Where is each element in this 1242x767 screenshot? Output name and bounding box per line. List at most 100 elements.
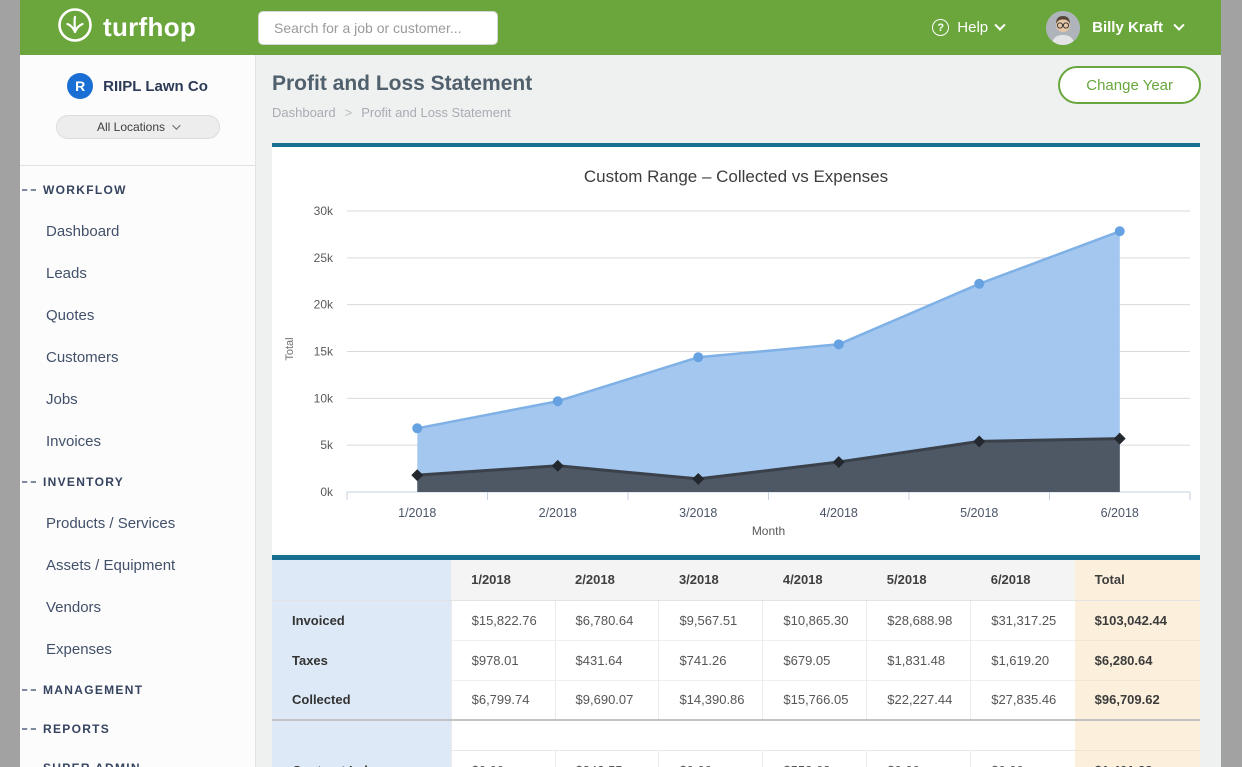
- breadcrumb: Dashboard > Profit and Loss Statement: [272, 105, 511, 120]
- svg-text:10k: 10k: [314, 391, 334, 405]
- sidebar-menu: WORKFLOW Dashboard Leads Quotes Customer…: [20, 166, 255, 767]
- row-label: Contract Labor: [272, 750, 451, 767]
- cell: $31,317.25: [971, 600, 1075, 640]
- cell: $0.00: [971, 750, 1075, 767]
- sidebar-item-leads[interactable]: Leads: [20, 252, 255, 294]
- page-title: Profit and Loss Statement: [272, 72, 532, 96]
- user-menu[interactable]: Billy Kraft: [1046, 11, 1183, 45]
- table-row-contract-labor: Contract Labor $0.00 $842.55 $0.00 $558.…: [272, 750, 1200, 767]
- sidebar: R RIIPL Lawn Co All Locations WORKFLOW D…: [20, 55, 256, 767]
- row-total: $103,042.44: [1075, 600, 1200, 640]
- table-row-invoiced: Invoiced $15,822.76 $6,780.64 $9,567.51 …: [272, 600, 1200, 640]
- sidebar-item-vendors[interactable]: Vendors: [20, 586, 255, 628]
- cell: $741.26: [659, 640, 763, 680]
- table-header-month: 1/2018: [451, 560, 555, 600]
- company-logo-badge: R: [67, 73, 93, 99]
- sidebar-item-products-services[interactable]: Products / Services: [20, 502, 255, 544]
- chevron-down-icon: [1173, 19, 1184, 30]
- sidebar-item-expenses[interactable]: Expenses: [20, 628, 255, 670]
- cell: $1,831.48: [867, 640, 971, 680]
- sidebar-item-assets-equipment[interactable]: Assets / Equipment: [20, 544, 255, 586]
- sidebar-item-quotes[interactable]: Quotes: [20, 294, 255, 336]
- app-window: turfhop ? Help: [20, 0, 1221, 767]
- cell: $28,688.98: [867, 600, 971, 640]
- tree-dashes-icon: [22, 689, 36, 691]
- svg-text:20k: 20k: [314, 298, 334, 312]
- table-header-month: 5/2018: [867, 560, 971, 600]
- svg-text:5k: 5k: [320, 438, 334, 452]
- top-navbar: turfhop ? Help: [20, 0, 1221, 55]
- sidebar-section-inventory[interactable]: INVENTORY: [20, 462, 255, 502]
- brand-name: turfhop: [103, 12, 196, 43]
- cell: $10,865.30: [763, 600, 867, 640]
- cell: $558.68: [763, 750, 867, 767]
- row-total: $6,280.64: [1075, 640, 1200, 680]
- turfhop-logo-icon: [57, 7, 93, 48]
- spacer-cell: [1075, 720, 1200, 750]
- svg-text:0k: 0k: [320, 485, 334, 499]
- help-icon: ?: [932, 19, 949, 36]
- search-input[interactable]: [258, 11, 498, 45]
- cell: $978.01: [451, 640, 555, 680]
- cell: $842.55: [555, 750, 659, 767]
- chevron-down-icon: [172, 121, 180, 129]
- row-total: $96,709.62: [1075, 680, 1200, 720]
- spacer-cell: [451, 720, 1075, 750]
- user-avatar: [1046, 11, 1080, 45]
- cell: $9,690.07: [555, 680, 659, 720]
- row-label: Collected: [272, 680, 451, 720]
- sidebar-item-customers[interactable]: Customers: [20, 336, 255, 378]
- svg-text:6/2018: 6/2018: [1101, 506, 1139, 520]
- sidebar-section-management[interactable]: MANAGEMENT: [20, 670, 255, 709]
- svg-text:5/2018: 5/2018: [960, 506, 998, 520]
- sidebar-section-super-admin[interactable]: SUPER ADMIN: [20, 748, 255, 767]
- pl-chart-card: Custom Range – Collected vs Expenses Tot…: [272, 143, 1200, 555]
- sidebar-section-workflow[interactable]: WORKFLOW: [20, 170, 255, 210]
- table-header-total: Total: [1075, 560, 1200, 600]
- row-total: $1,401.23: [1075, 750, 1200, 767]
- svg-text:4/2018: 4/2018: [820, 506, 858, 520]
- cell: $22,227.44: [867, 680, 971, 720]
- cell: $1,619.20: [971, 640, 1075, 680]
- spacer-cell: [272, 720, 451, 750]
- svg-text:1/2018: 1/2018: [398, 506, 436, 520]
- sidebar-item-dashboard[interactable]: Dashboard: [20, 210, 255, 252]
- table-row-collected: Collected $6,799.74 $9,690.07 $14,390.86…: [272, 680, 1200, 720]
- table-header-empty: [272, 560, 451, 600]
- cell: $9,567.51: [659, 600, 763, 640]
- table-header-row: 1/2018 2/2018 3/2018 4/2018 5/2018 6/201…: [272, 560, 1200, 600]
- table-header-month: 2/2018: [555, 560, 659, 600]
- company-name: RIIPL Lawn Co: [103, 78, 208, 95]
- sidebar-item-jobs[interactable]: Jobs: [20, 378, 255, 420]
- table-header-month: 4/2018: [763, 560, 867, 600]
- cell: $0.00: [867, 750, 971, 767]
- location-selector[interactable]: All Locations: [56, 115, 220, 139]
- location-selector-label: All Locations: [97, 120, 165, 134]
- turfhop-logo[interactable]: turfhop: [57, 0, 196, 55]
- cell: $6,799.74: [451, 680, 555, 720]
- breadcrumb-current: Profit and Loss Statement: [361, 105, 511, 120]
- table-header-month: 6/2018: [971, 560, 1075, 600]
- tree-dashes-icon: [22, 728, 36, 730]
- cell: $0.00: [451, 750, 555, 767]
- tree-dashes-icon: [22, 189, 36, 191]
- change-year-button[interactable]: Change Year: [1058, 66, 1201, 104]
- cell: $15,822.76: [451, 600, 555, 640]
- help-label: Help: [957, 19, 988, 36]
- sidebar-item-invoices[interactable]: Invoices: [20, 420, 255, 462]
- svg-text:30k: 30k: [314, 204, 334, 218]
- topbar-right: ? Help: [932, 0, 1183, 55]
- chevron-down-icon: [994, 19, 1005, 30]
- cell: $15,766.05: [763, 680, 867, 720]
- sidebar-section-reports[interactable]: REPORTS: [20, 709, 255, 748]
- svg-text:15k: 15k: [314, 345, 334, 359]
- help-menu[interactable]: ? Help: [932, 19, 1004, 36]
- row-label: Taxes: [272, 640, 451, 680]
- svg-text:25k: 25k: [314, 251, 334, 265]
- table-row-taxes: Taxes $978.01 $431.64 $741.26 $679.05 $1…: [272, 640, 1200, 680]
- breadcrumb-dashboard[interactable]: Dashboard: [272, 105, 336, 120]
- table-header-month: 3/2018: [659, 560, 763, 600]
- row-label: Invoiced: [272, 600, 451, 640]
- cell: $27,835.46: [971, 680, 1075, 720]
- svg-text:2/2018: 2/2018: [539, 506, 577, 520]
